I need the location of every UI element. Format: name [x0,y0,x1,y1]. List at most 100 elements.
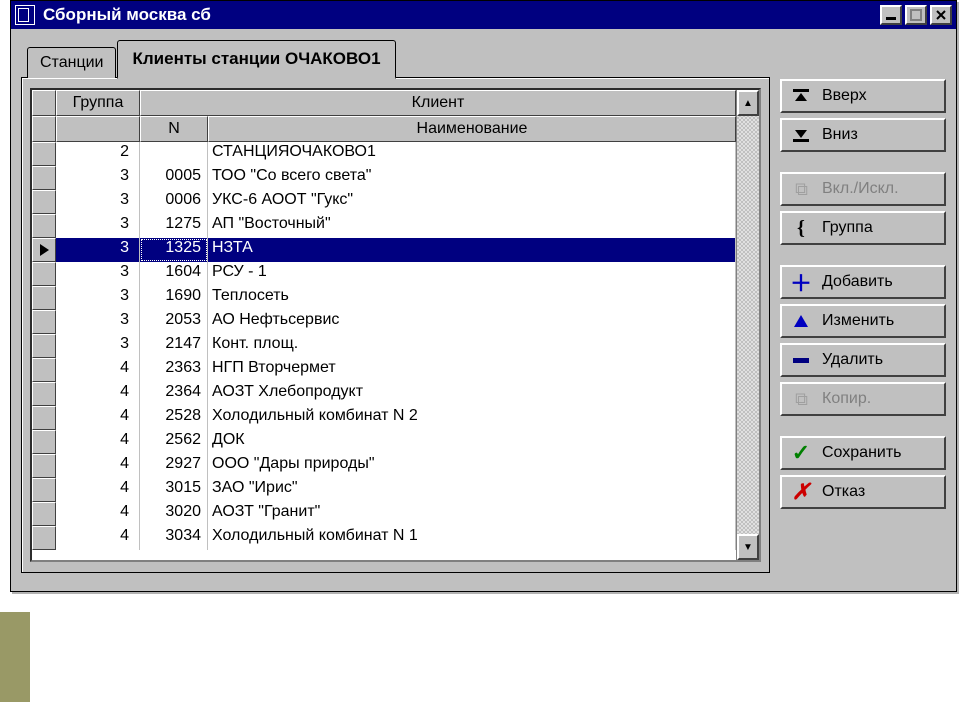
toggle-icon: ⧉ [790,178,812,200]
table-row[interactable]: 2СТАНЦИЯОЧАКОВО1 [32,142,736,166]
table-row[interactable]: 42562ДОК [32,430,736,454]
cell-group: 2 [56,142,140,166]
group-button[interactable]: { Группа [780,211,946,245]
table-row[interactable]: 31325НЗТА [32,238,736,262]
cell-n: 3020 [140,502,208,526]
action-panel: Вверх Вниз ⧉ Вкл./Искл. { Группа ＋ Добав… [780,39,946,573]
cell-group: 3 [56,238,140,262]
up-button[interactable]: Вверх [780,79,946,113]
maximize-button[interactable] [905,5,927,25]
cell-n: 1690 [140,286,208,310]
cell-name: НЗТА [208,238,736,262]
delete-button[interactable]: Удалить [780,343,946,377]
table-row[interactable]: 31275АП "Восточный" [32,214,736,238]
col-marker-sub [32,116,56,142]
vertical-scrollbar[interactable]: ▲ ▼ [736,90,759,560]
brace-icon: { [790,217,812,239]
cell-n: 2147 [140,334,208,358]
cell-n: 3015 [140,478,208,502]
minimize-button[interactable] [880,5,902,25]
table-row[interactable]: 43020АОЗТ "Гранит" [32,502,736,526]
triangle-icon [790,310,812,332]
current-row-icon [40,244,49,256]
arrow-down-icon [790,124,812,146]
cell-group: 4 [56,382,140,406]
down-label: Вниз [822,126,858,144]
cell-group: 3 [56,190,140,214]
table-row[interactable]: 31690Теплосеть [32,286,736,310]
save-label: Сохранить [822,444,902,462]
add-label: Добавить [822,273,893,291]
include-exclude-button: ⧉ Вкл./Искл. [780,172,946,206]
row-marker [32,430,56,454]
clients-grid[interactable]: Группа Клиент N Наименование 2СТАНЦИЯОЧА… [32,90,736,560]
cancel-button[interactable]: ✗ Отказ [780,475,946,509]
tab-clients[interactable]: Клиенты станции ОЧАКОВО1 [117,40,395,79]
excl-label: Вкл./Искл. [822,180,899,198]
scroll-down-icon[interactable]: ▼ [737,534,759,560]
group-label: Группа [822,219,873,237]
cell-name: АП "Восточный" [208,214,736,238]
scroll-track[interactable] [737,116,759,534]
row-marker [32,526,56,550]
table-row[interactable]: 43034Холодильный комбинат N 1 [32,526,736,550]
row-marker [32,454,56,478]
cell-n: 2363 [140,358,208,382]
table-row[interactable]: 42363НГП Вторчермет [32,358,736,382]
cell-name: Холодильный комбинат N 2 [208,406,736,430]
table-row[interactable]: 42364АОЗТ Хлебопродукт [32,382,736,406]
col-marker[interactable] [32,90,56,116]
check-icon: ✓ [790,442,812,464]
cell-name: Теплосеть [208,286,736,310]
cell-group: 3 [56,286,140,310]
row-marker [32,478,56,502]
cell-n: 1604 [140,262,208,286]
table-row[interactable]: 42528Холодильный комбинат N 2 [32,406,736,430]
table-row[interactable]: 32147Конт. площ. [32,334,736,358]
col-name[interactable]: Наименование [208,116,736,142]
row-marker [32,502,56,526]
tabstrip: Станции Клиенты станции ОЧАКОВО1 [21,39,770,78]
row-marker [32,142,56,166]
row-marker [32,334,56,358]
titlebar[interactable]: Сборный москва сб [11,1,956,29]
app-icon [15,5,35,25]
cell-n: 2053 [140,310,208,334]
close-button[interactable] [930,5,952,25]
table-row[interactable]: 43015ЗАО "Ирис" [32,478,736,502]
edit-button[interactable]: Изменить [780,304,946,338]
del-label: Удалить [822,351,883,369]
table-row[interactable]: 30005ТОО "Со всего света" [32,166,736,190]
down-button[interactable]: Вниз [780,118,946,152]
scroll-up-icon[interactable]: ▲ [737,90,759,116]
cell-n: 2528 [140,406,208,430]
col-client[interactable]: Клиент [140,90,736,116]
row-marker [32,406,56,430]
cell-group: 3 [56,262,140,286]
col-group[interactable]: Группа [56,90,140,116]
col-n[interactable]: N [140,116,208,142]
table-row[interactable]: 31604РСУ - 1 [32,262,736,286]
cell-group: 3 [56,166,140,190]
cell-n: 1325 [140,238,208,262]
window-title: Сборный москва сб [43,5,880,25]
copy-label: Копир. [822,390,871,408]
row-marker [32,214,56,238]
table-row[interactable]: 30006УКС-6 АООТ "Гукс" [32,190,736,214]
cell-group: 4 [56,406,140,430]
row-marker [32,382,56,406]
row-marker [32,238,56,262]
cell-name: НГП Вторчермет [208,358,736,382]
cell-group: 4 [56,454,140,478]
table-row[interactable]: 32053АО Нефтьсервис [32,310,736,334]
tab-stations[interactable]: Станции [27,47,116,78]
cell-group: 4 [56,478,140,502]
cell-n: 1275 [140,214,208,238]
app-window: Сборный москва сб Станции Клиенты станци… [10,0,957,592]
save-button[interactable]: ✓ Сохранить [780,436,946,470]
table-row[interactable]: 42927ООО "Дары природы" [32,454,736,478]
add-button[interactable]: ＋ Добавить [780,265,946,299]
cell-n: 2562 [140,430,208,454]
cell-name: ЗАО "Ирис" [208,478,736,502]
row-marker [32,358,56,382]
